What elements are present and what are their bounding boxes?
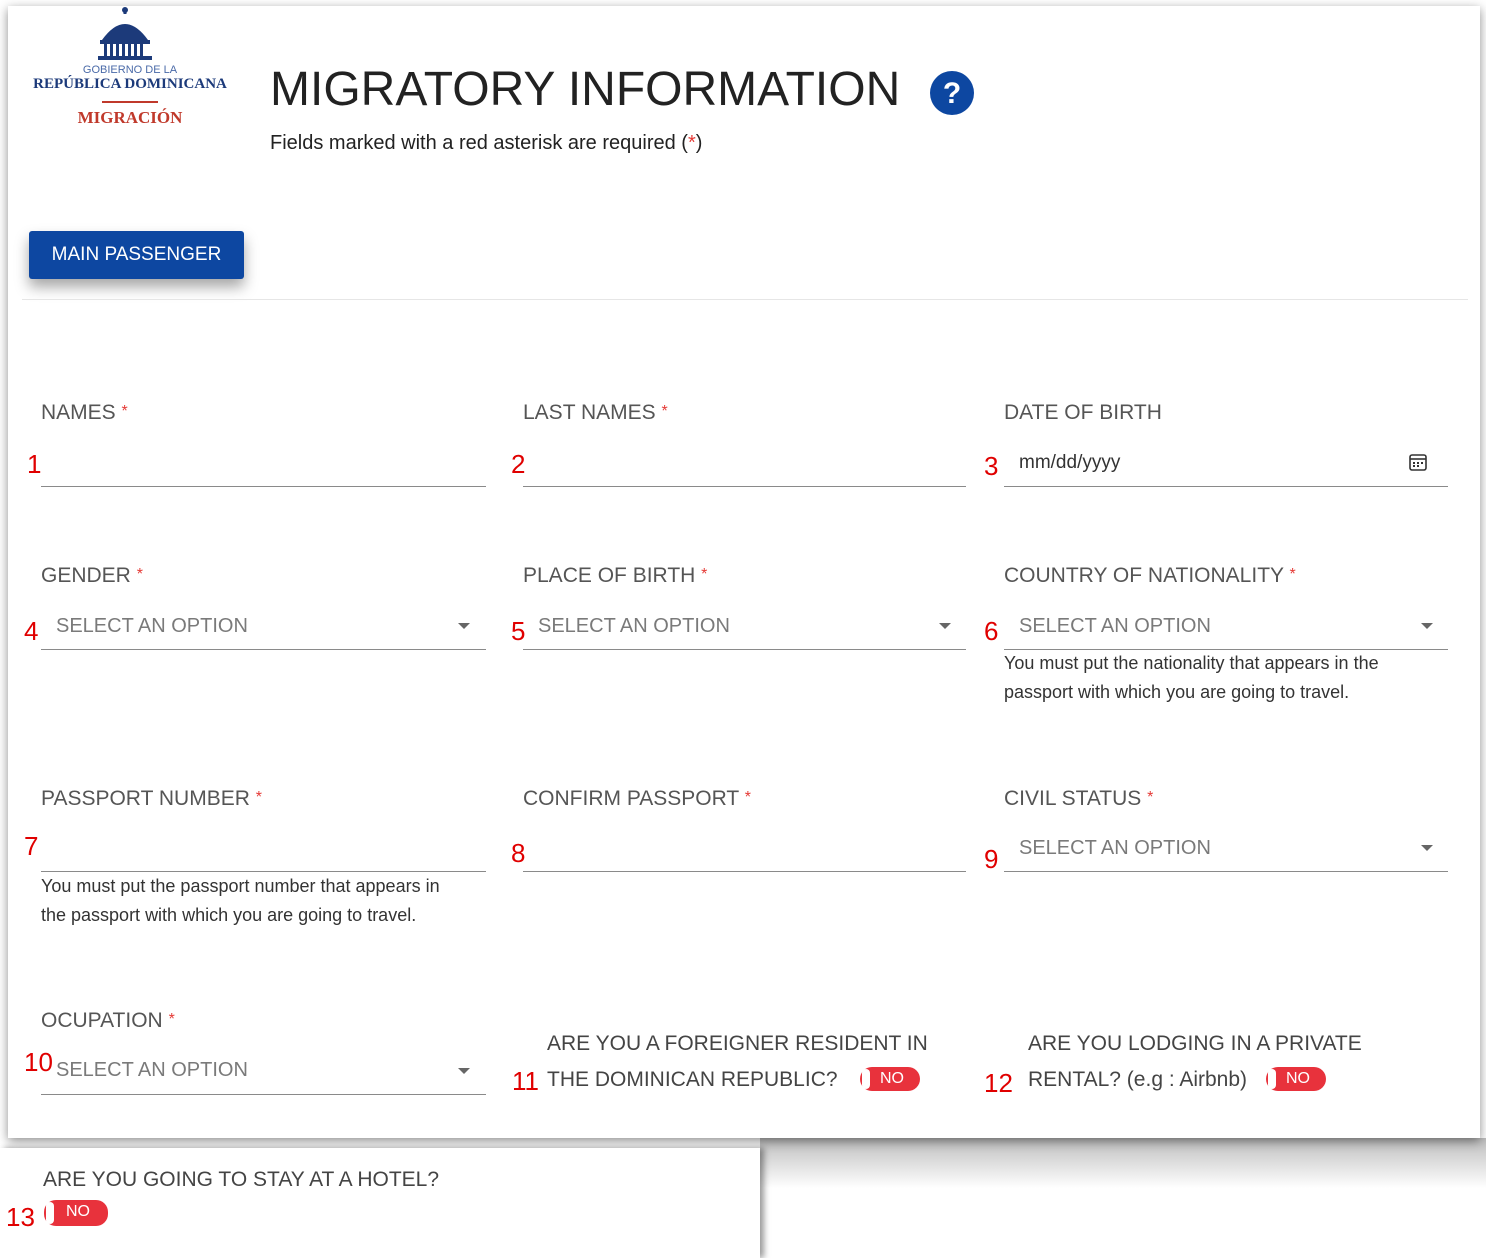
place-of-birth-label: PLACE OF BIRTH * — [523, 564, 708, 587]
last-names-label: LAST NAMES * — [523, 401, 668, 424]
toggle-label: NO — [1286, 1070, 1310, 1087]
ocupation-underline — [41, 1094, 486, 1095]
chevron-down-icon — [939, 623, 951, 629]
ocupation-select[interactable]: SELECT AN OPTION — [41, 1051, 486, 1094]
civil-status-placeholder: SELECT AN OPTION — [1019, 837, 1211, 859]
toggle-label: NO — [66, 1203, 90, 1220]
marker-7: 7 — [24, 831, 39, 861]
nationality-label: COUNTRY OF NATIONALITY * — [1004, 564, 1296, 587]
dob-input[interactable]: mm/dd/yyyy — [1004, 440, 1448, 486]
tab-main-passenger[interactable]: MAIN PASSENGER — [29, 231, 244, 279]
names-underline — [41, 486, 486, 487]
marker-12: 12 — [984, 1068, 1013, 1098]
card-shadow — [760, 1138, 1486, 1188]
chevron-down-icon — [1421, 845, 1433, 851]
logo-line1: GOBIERNO DE LA — [82, 64, 178, 76]
gender-select[interactable]: SELECT AN OPTION — [41, 606, 486, 649]
required-note: Fields marked with a red asterisk are re… — [270, 132, 703, 154]
civil-status-select[interactable]: SELECT AN OPTION — [1004, 828, 1448, 871]
dob-underline — [1004, 486, 1448, 487]
passport-help: You must put the passport number that ap… — [41, 876, 440, 925]
coat-of-arms-icon — [98, 7, 152, 60]
marker-3: 3 — [984, 451, 999, 481]
logo-divider — [102, 101, 158, 103]
section-divider — [22, 299, 1468, 300]
dob-placeholder: mm/dd/yyyy — [1019, 452, 1121, 473]
private-rental-question: ARE YOU LODGING IN A PRIVATE RENTAL? (e.… — [1028, 1032, 1362, 1091]
hotel-question: ARE YOU GOING TO STAY AT A HOTEL? — [43, 1168, 440, 1191]
marker-4: 4 — [24, 616, 39, 646]
names-label: NAMES * — [41, 401, 128, 424]
private-rental-toggle[interactable]: NO — [1266, 1067, 1326, 1091]
chevron-down-icon — [458, 623, 470, 629]
toggle-knob — [862, 1069, 870, 1089]
nationality-select[interactable]: SELECT AN OPTION — [1004, 606, 1448, 649]
logo-line3: MIGRACIÓN — [77, 108, 183, 127]
ocupation-label: OCUPATION * — [41, 1009, 175, 1032]
gender-label: GENDER * — [41, 564, 143, 587]
confirm-passport-underline — [523, 871, 966, 872]
names-input[interactable] — [41, 440, 486, 486]
hotel-card: ARE YOU GOING TO STAY AT A HOTEL? 13 NO — [0, 1148, 760, 1258]
marker-11: 11 — [512, 1066, 539, 1096]
civil-status-label: CIVIL STATUS * — [1004, 787, 1154, 810]
nationality-placeholder: SELECT AN OPTION — [1019, 615, 1211, 637]
foreigner-resident-toggle[interactable]: NO — [860, 1067, 920, 1091]
page-title: MIGRATORY INFORMATION — [270, 63, 901, 116]
logo-line2: REPÚBLICA DOMINICANA — [33, 76, 227, 92]
nationality-help: You must put the nationality that appear… — [1004, 653, 1379, 702]
chevron-down-icon — [458, 1068, 470, 1074]
help-icon[interactable]: ? — [929, 70, 975, 116]
confirm-passport-label: CONFIRM PASSPORT * — [523, 787, 751, 810]
dob-label: DATE OF BIRTH — [1004, 401, 1162, 424]
marker-6: 6 — [984, 616, 999, 646]
marker-1: 1 — [27, 449, 42, 479]
place-of-birth-placeholder: SELECT AN OPTION — [538, 615, 730, 637]
confirm-passport-input[interactable] — [523, 826, 966, 872]
toggle-label: NO — [880, 1070, 904, 1087]
svg-text:?: ? — [943, 77, 961, 110]
last-names-underline — [523, 486, 966, 487]
government-logo: GOBIERNO DE LA REPÚBLICA DOMINICANA MIGR… — [22, 6, 238, 136]
place-of-birth-select[interactable]: SELECT AN OPTION — [523, 606, 966, 649]
gender-placeholder: SELECT AN OPTION — [56, 615, 248, 637]
toggle-knob — [46, 1202, 54, 1224]
calendar-icon[interactable] — [1408, 452, 1428, 472]
passport-input[interactable] — [41, 826, 486, 872]
chevron-down-icon — [1421, 623, 1433, 629]
passport-label: PASSPORT NUMBER * — [41, 787, 262, 810]
marker-13: 13 — [6, 1202, 35, 1232]
hotel-toggle[interactable]: NO — [44, 1200, 108, 1226]
toggle-knob — [1268, 1069, 1276, 1089]
place-of-birth-underline — [523, 649, 966, 650]
last-names-input[interactable] — [523, 440, 966, 486]
gender-underline — [41, 649, 486, 650]
ocupation-placeholder: SELECT AN OPTION — [56, 1059, 248, 1081]
marker-9: 9 — [984, 844, 999, 874]
civil-status-underline — [1004, 871, 1448, 872]
